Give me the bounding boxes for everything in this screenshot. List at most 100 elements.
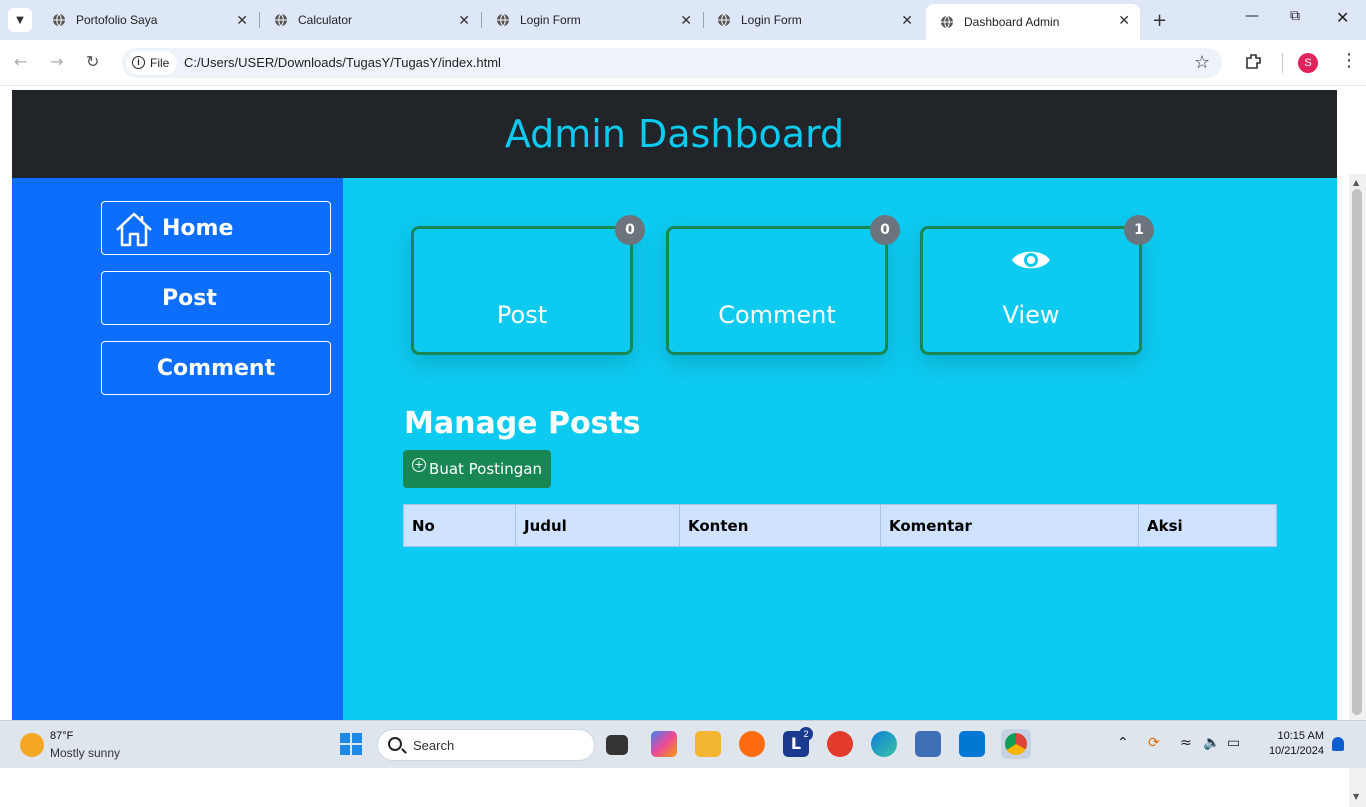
- post-stat-card[interactable]: Post 0: [411, 215, 645, 355]
- wps-icon[interactable]: [827, 731, 853, 757]
- column-header-aksi: Aksi: [1138, 504, 1277, 547]
- notification-badge: 2: [799, 727, 813, 741]
- volume-icon[interactable]: 🔈: [1203, 735, 1220, 751]
- tab-calculator[interactable]: Calculator ✕: [260, 4, 480, 36]
- vertical-scrollbar[interactable]: ▲ ▼: [1349, 174, 1366, 807]
- close-icon[interactable]: ✕: [901, 12, 913, 29]
- weather-sun-icon[interactable]: [20, 733, 44, 757]
- chrome-taskbar-button[interactable]: [1001, 729, 1031, 759]
- edge-icon[interactable]: [871, 731, 897, 757]
- scroll-down-icon[interactable]: ▼: [1353, 792, 1359, 801]
- taskbar: 87°F Mostly sunny Search L 2 ⌃ ⟳ ≈ 🔈 ▭ 1…: [0, 720, 1366, 768]
- search-label: Search: [413, 738, 455, 753]
- clock-date: 10/21/2024: [1268, 745, 1324, 757]
- scrollbar-thumb[interactable]: [1352, 189, 1362, 715]
- reload-icon[interactable]: ↻: [86, 52, 99, 71]
- tab-login-form[interactable]: Login Form ✕: [482, 4, 702, 36]
- clock-time: 10:15 AM: [1277, 730, 1324, 742]
- notification-bell-icon[interactable]: [1332, 737, 1344, 751]
- site-info-chip[interactable]: i File: [126, 51, 178, 75]
- task-view-icon[interactable]: [606, 735, 628, 755]
- battery-icon[interactable]: ▭: [1227, 735, 1240, 751]
- globe-icon: [718, 13, 730, 27]
- page-header: Admin Dashboard: [12, 90, 1337, 178]
- sidebar-item-home[interactable]: Home: [101, 201, 331, 255]
- firefox-icon[interactable]: [739, 731, 765, 757]
- tab-login-form-2[interactable]: Login Form ✕: [703, 4, 923, 36]
- tab-title: Portofolio Saya: [76, 13, 158, 27]
- plus-circle-icon: +: [412, 458, 427, 472]
- extensions-icon[interactable]: [1244, 52, 1264, 72]
- close-icon[interactable]: ✕: [458, 12, 470, 29]
- minimize-icon[interactable]: —: [1245, 8, 1259, 24]
- bookmark-star-icon[interactable]: ☆: [1194, 52, 1210, 73]
- main-content: Post 0 Comment 0 View 1 Manage Posts + B…: [343, 178, 1337, 720]
- count-badge: 0: [615, 215, 645, 245]
- sidebar: Home Post Comment: [12, 178, 343, 720]
- menu-kebab-icon[interactable]: ⋮: [1340, 50, 1358, 71]
- tab-list-button[interactable]: ▼: [8, 8, 32, 32]
- address-bar[interactable]: i File C:/Users/USER/Downloads/TugasY/Tu…: [122, 48, 1222, 78]
- restore-icon[interactable]: ⧉: [1290, 8, 1300, 24]
- taskbar-search[interactable]: Search: [377, 729, 595, 761]
- close-icon[interactable]: ✕: [1118, 12, 1130, 29]
- sidebar-item-label: Post: [162, 285, 217, 311]
- tab-title: Dashboard Admin: [964, 15, 1060, 29]
- sidebar-item-label: Comment: [156, 355, 276, 381]
- copilot-icon[interactable]: [651, 731, 677, 757]
- globe-icon: [53, 13, 65, 27]
- globe-icon: [275, 13, 287, 27]
- chevron-up-icon[interactable]: ⌃: [1117, 735, 1129, 751]
- chip-label: File: [150, 56, 170, 70]
- close-window-icon[interactable]: ✕: [1336, 8, 1349, 27]
- vscode-icon[interactable]: [959, 731, 985, 757]
- column-header-konten: Konten: [679, 504, 881, 547]
- forward-icon[interactable]: →: [50, 52, 63, 71]
- tab-portofolio[interactable]: Portofolio Saya ✕: [38, 4, 258, 36]
- back-icon[interactable]: ←: [14, 52, 27, 71]
- chevron-down-icon: ▼: [16, 14, 24, 26]
- python-icon[interactable]: [915, 731, 941, 757]
- create-post-button[interactable]: + Buat Postingan: [403, 450, 551, 488]
- tab-title: Login Form: [741, 13, 802, 27]
- start-windows-icon[interactable]: [340, 733, 362, 755]
- scroll-up-icon[interactable]: ▲: [1353, 178, 1359, 187]
- toolbar-divider: [1282, 53, 1283, 73]
- close-icon[interactable]: ✕: [236, 12, 248, 29]
- weather-temperature[interactable]: 87°F: [50, 730, 73, 742]
- url-text[interactable]: C:/Users/USER/Downloads/TugasY/TugasY/in…: [184, 55, 501, 70]
- sidebar-item-label: Home: [162, 215, 234, 241]
- create-post-label: Buat Postingan: [429, 460, 542, 478]
- comment-stat-card[interactable]: Comment 0: [666, 215, 900, 355]
- count-badge: 1: [1124, 215, 1154, 245]
- home-icon: [116, 212, 152, 247]
- sidebar-item-comment[interactable]: Comment: [101, 341, 331, 395]
- card-title: Post: [496, 300, 548, 329]
- tab-title: Login Form: [520, 13, 581, 27]
- column-header-no: No: [403, 504, 516, 547]
- browser-toolbar: ← → ↻ i File C:/Users/USER/Downloads/Tug…: [0, 40, 1366, 86]
- weather-description[interactable]: Mostly sunny: [50, 746, 120, 760]
- card-title: Comment: [718, 300, 836, 329]
- profile-avatar[interactable]: S: [1298, 53, 1318, 73]
- system-clock[interactable]: 10:15 AM 10/21/2024: [1258, 729, 1324, 759]
- info-icon: i: [132, 56, 145, 69]
- posts-table: No Judul Konten Komentar Aksi: [403, 504, 1277, 547]
- wifi-icon[interactable]: ≈: [1180, 735, 1192, 751]
- sidebar-item-post[interactable]: Post: [101, 271, 331, 325]
- tab-dashboard-admin[interactable]: Dashboard Admin ✕: [926, 4, 1140, 40]
- count-badge: 0: [870, 215, 900, 245]
- column-header-judul: Judul: [515, 504, 680, 547]
- view-stat-card[interactable]: View 1: [920, 215, 1154, 355]
- column-header-komentar: Komentar: [880, 504, 1139, 547]
- globe-icon: [497, 13, 509, 27]
- close-icon[interactable]: ✕: [680, 12, 692, 29]
- page-title: Admin Dashboard: [504, 112, 845, 156]
- page-viewport: Admin Dashboard Home Post Comment Post 0…: [0, 87, 1366, 807]
- file-explorer-icon[interactable]: [695, 731, 721, 757]
- card-title: View: [1002, 300, 1060, 329]
- sync-icon[interactable]: ⟳: [1148, 735, 1160, 751]
- chrome-icon: [1005, 733, 1027, 755]
- new-tab-icon[interactable]: +: [1152, 10, 1167, 31]
- search-icon: [388, 737, 402, 751]
